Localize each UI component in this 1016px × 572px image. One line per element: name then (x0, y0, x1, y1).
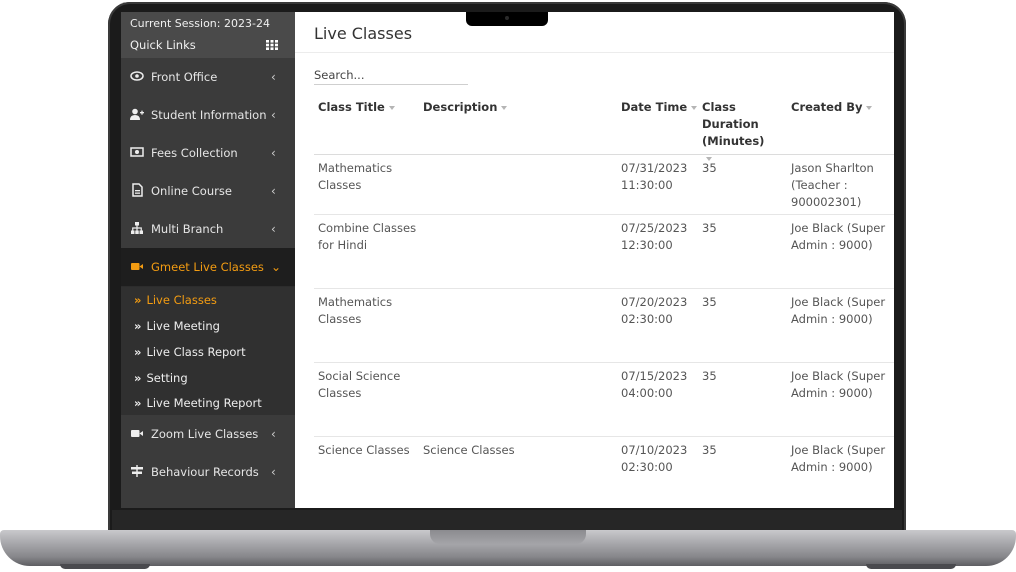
submenu-item-live-classes[interactable]: » Live Classes (134, 293, 217, 307)
video-icon (131, 430, 143, 437)
sidebar-item-student-information[interactable]: Student Information ‹ (121, 96, 295, 135)
screen: Current Session: 2023-24 Quick Links Fro… (121, 12, 894, 508)
cell-class-title: Mathematics Classes (318, 161, 393, 192)
table-row: Social Science Classes 07/15/2023 04:00:… (314, 363, 894, 437)
chevron-left-icon: ‹ (271, 70, 276, 84)
chevron-left-icon: ‹ (271, 427, 276, 441)
column-header-created-by[interactable]: Created By (791, 99, 873, 116)
cell-duration: 35 (702, 221, 717, 235)
divider (295, 52, 894, 53)
user-add-icon (130, 108, 144, 120)
money-icon (130, 147, 144, 157)
sidebar-item-label: Fees Collection (151, 146, 238, 160)
laptop-bezel (112, 510, 902, 530)
search-input[interactable] (314, 66, 468, 85)
double-chevron-right-icon: » (134, 293, 142, 307)
cell-created-by: Jason Sharlton (Teacher : 900002301) (791, 161, 874, 209)
laptop-foot (866, 564, 956, 569)
cell-duration: 35 (702, 443, 717, 457)
submenu-item-live-meeting[interactable]: » Live Meeting (134, 319, 220, 333)
video-icon (131, 263, 143, 270)
camera-icon (505, 16, 509, 20)
sidebar-item-front-office[interactable]: Front Office ‹ (121, 58, 295, 97)
double-chevron-right-icon: » (134, 345, 142, 359)
quick-links-label[interactable]: Quick Links (130, 38, 196, 52)
chevron-left-icon: ‹ (271, 465, 276, 479)
cell-date-time: 07/10/2023 02:30:00 (621, 443, 688, 474)
sidebar-item-zoom-live-classes[interactable]: Zoom Live Classes ‹ (121, 415, 295, 454)
sidebar-item-behaviour-records[interactable]: Behaviour Records ‹ (121, 453, 295, 492)
gmeet-submenu: » Live Classes » Live Meeting » Live Class … (121, 287, 295, 415)
current-session: Current Session: 2023-24 (130, 17, 270, 30)
cell-created-by: Joe Black (Super Admin : 9000) (791, 443, 886, 474)
cell-duration: 35 (702, 161, 717, 175)
sidebar-item-label: Multi Branch (151, 222, 224, 236)
cell-date-time: 07/31/2023 11:30:00 (621, 161, 688, 192)
table-row: Mathematics Classes 07/31/2023 11:30:00 … (314, 155, 894, 215)
laptop-foot (60, 564, 150, 569)
submenu-item-live-class-report[interactable]: » Live Class Report (134, 345, 246, 359)
sort-icon (691, 105, 698, 110)
quick-links-grid-icon[interactable] (266, 40, 278, 50)
laptop-hinge-notch (430, 530, 586, 544)
cell-duration: 35 (702, 369, 717, 383)
sidebar-item-label: Behaviour Records (151, 465, 259, 479)
signpost-icon (131, 465, 143, 477)
chevron-left-icon: ‹ (271, 108, 276, 122)
sitemap-icon (131, 222, 143, 234)
sort-icon (501, 105, 508, 110)
table-row: Science Classes Science Classes 07/10/20… (314, 437, 894, 507)
cell-date-time: 07/15/2023 04:00:00 (621, 369, 688, 400)
chevron-down-icon: ⌄ (271, 260, 282, 274)
cell-date-time: 07/25/2023 12:30:00 (621, 221, 688, 252)
cell-class-title: Science Classes (318, 443, 410, 457)
sidebar: Current Session: 2023-24 Quick Links Fro… (121, 12, 295, 508)
column-header-class-title[interactable]: Class Title (318, 99, 395, 116)
double-chevron-right-icon: » (134, 319, 142, 333)
submenu-item-setting[interactable]: » Setting (134, 371, 188, 385)
chevron-left-icon: ‹ (271, 184, 276, 198)
sidebar-item-label: Online Course (151, 184, 232, 198)
session-panel: Current Session: 2023-24 Quick Links (121, 12, 295, 58)
cell-class-title: Mathematics Classes (318, 295, 393, 326)
sidebar-item-fees-collection[interactable]: Fees Collection ‹ (121, 134, 295, 173)
sidebar-item-online-course[interactable]: Online Course ‹ (121, 172, 295, 211)
cell-created-by: Joe Black (Super Admin : 9000) (791, 295, 886, 326)
double-chevron-right-icon: » (134, 396, 142, 410)
column-header-description[interactable]: Description (423, 99, 508, 116)
cell-duration: 35 (702, 295, 717, 309)
cell-created-by: Joe Black (Super Admin : 9000) (791, 369, 886, 400)
chevron-left-icon: ‹ (271, 222, 276, 236)
sidebar-item-label: Gmeet Live Classes (151, 260, 264, 274)
table-row: Mathematics Classes 07/20/2023 02:30:00 … (314, 289, 894, 363)
table-row: Combine Classes for Hindi 07/25/2023 12:… (314, 215, 894, 289)
submenu-item-live-meeting-report[interactable]: » Live Meeting Report (134, 396, 262, 410)
sidebar-item-label: Student Information (151, 108, 267, 122)
menu-item-icon (130, 502, 144, 508)
sidebar-item-multi-branch[interactable]: Multi Branch ‹ (121, 210, 295, 249)
page-title: Live Classes (314, 24, 413, 43)
cell-class-title: Social Science Classes (318, 369, 401, 400)
sidebar-item-label: Front Office (151, 70, 218, 84)
cell-date-time: 07/20/2023 02:30:00 (621, 295, 688, 326)
sidebar-item-label: Zoom Live Classes (151, 427, 259, 441)
file-icon (132, 183, 143, 197)
cell-class-title: Combine Classes for Hindi (318, 221, 417, 252)
column-header-date-time[interactable]: Date Time (621, 99, 698, 116)
cell-description: Science Classes (423, 443, 515, 457)
chevron-left-icon: ‹ (271, 146, 276, 160)
main-content: Live Classes Class Title Description Dat… (295, 12, 894, 508)
front-office-icon (130, 71, 144, 81)
camera-notch (466, 12, 548, 26)
sort-icon (388, 105, 395, 110)
double-chevron-right-icon: » (134, 371, 142, 385)
sidebar-item-next[interactable] (121, 491, 295, 508)
cell-created-by: Joe Black (Super Admin : 9000) (791, 221, 886, 252)
sidebar-item-gmeet-live-classes[interactable]: Gmeet Live Classes ⌄ (121, 248, 295, 287)
sort-icon (866, 105, 873, 110)
